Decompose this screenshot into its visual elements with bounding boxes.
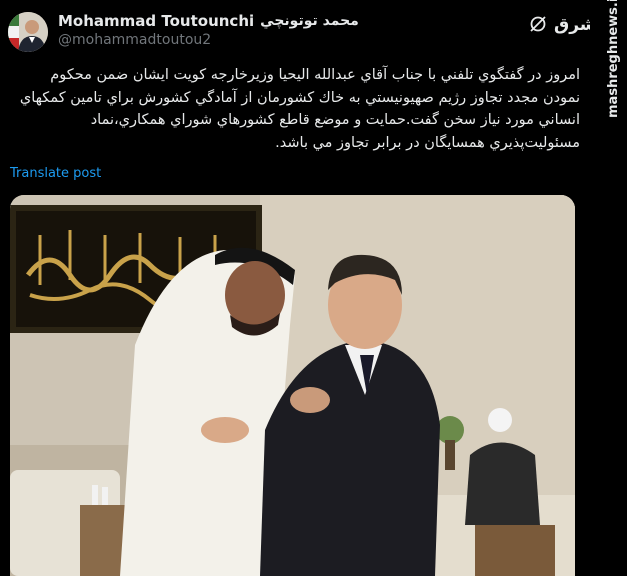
author-display-name[interactable]: Mohammad Toutounchi bbox=[58, 12, 254, 30]
tweet-text: امروز در گفتگوي تلفني با جناب آقاي عبدال… bbox=[19, 67, 580, 151]
translate-post-link[interactable]: Translate post bbox=[10, 166, 101, 181]
photo-image bbox=[10, 195, 575, 576]
author-handle[interactable]: @mohammadtoutou2 bbox=[58, 32, 211, 48]
tweet-photo[interactable] bbox=[10, 195, 575, 576]
mashregh-logo: مشرق bbox=[554, 15, 608, 35]
avatar-photo bbox=[8, 12, 48, 52]
grok-icon[interactable] bbox=[528, 14, 548, 34]
avatar[interactable] bbox=[8, 12, 48, 52]
author-name-row: Mohammad Toutounchi محمد توتونچي bbox=[58, 12, 359, 30]
watermark-site: mashreghnews.ir bbox=[606, 0, 621, 118]
tweet-card: Mohammad Toutounchi محمد توتونچي @mohamm… bbox=[0, 0, 608, 576]
author-display-name-fa[interactable]: محمد توتونچي bbox=[260, 13, 359, 29]
